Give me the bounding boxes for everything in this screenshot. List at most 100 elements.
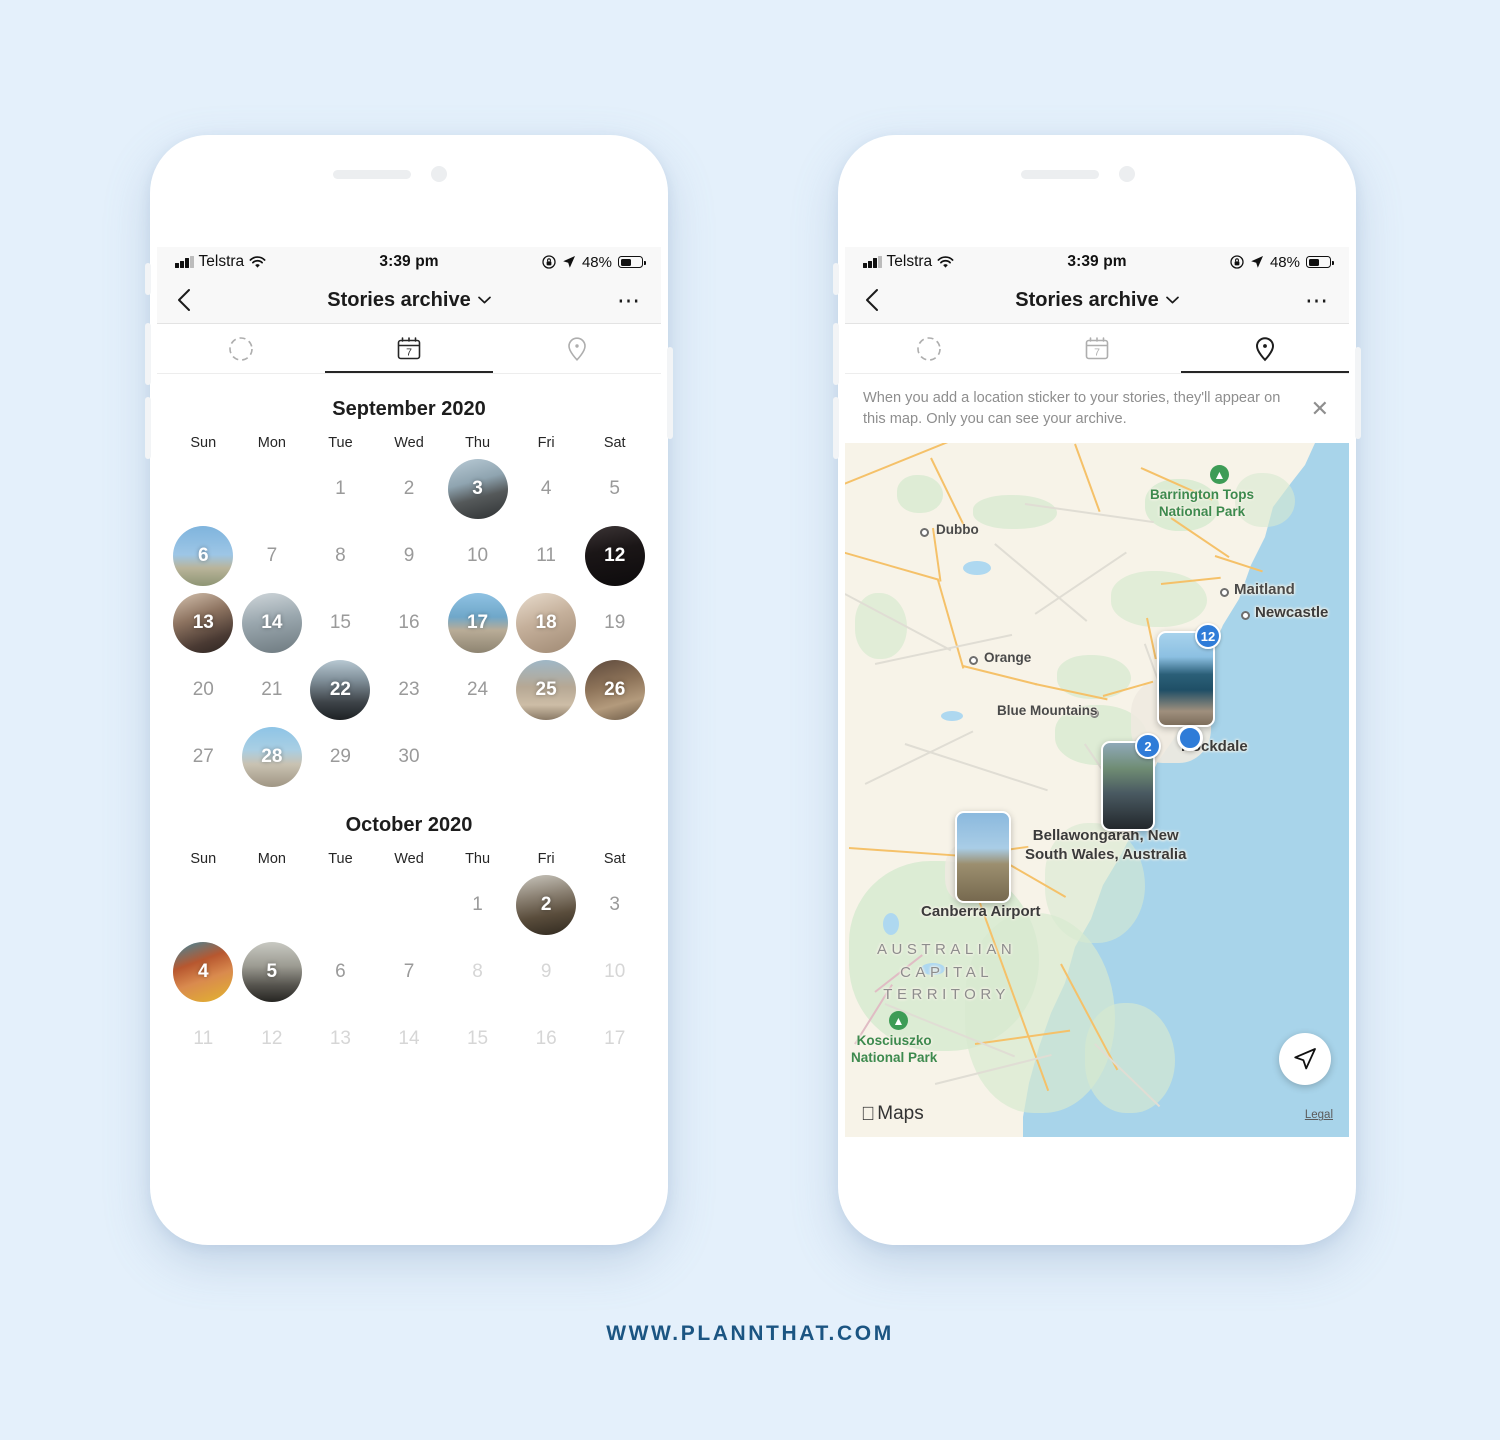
day-number: 21	[261, 678, 283, 700]
dashed-circle-icon	[917, 336, 941, 361]
calendar-day: 12	[238, 1005, 307, 1072]
apple-logo-icon: 	[861, 1105, 875, 1124]
story-thumbnail[interactable]: 5	[241, 941, 302, 1002]
tab-stories[interactable]	[157, 324, 325, 373]
calendar-grid: 1 2 3 4 5 6 7 8 9 10 11 12 13 14 15 16 17 18 19 20 21 22 23 24 2…	[157, 451, 661, 790]
screen-right: Telstra 3:39 pm 48% Stories archive ⋯ 7 …	[845, 247, 1349, 1147]
archive-tabs: 7	[157, 324, 661, 374]
close-icon[interactable]: ✕	[1307, 397, 1333, 420]
footer-url: WWW.PLANNTHAT.COM	[606, 1322, 894, 1345]
status-bar-2: Telstra 3:39 pm 48%	[845, 247, 1349, 277]
calendar-scroll[interactable]: September 2020 Sun Mon Tue Wed Thu Fri Sat 1 2 3 4 5…	[157, 374, 661, 1147]
mute-switch-2[interactable]	[833, 263, 839, 295]
weekday-label: Sun	[190, 851, 217, 867]
day-number: 26	[604, 678, 626, 700]
calendar-day: 1	[306, 455, 375, 522]
story-thumbnail[interactable]: 17	[447, 592, 508, 653]
calendar-day-with-story[interactable]: 17	[443, 589, 512, 656]
story-thumbnail[interactable]: 4	[173, 941, 234, 1002]
map-label-dubbo: Dubbo	[936, 522, 979, 538]
calendar-day: 10	[443, 522, 512, 589]
clock: 3:39 pm	[1067, 253, 1127, 270]
tab-calendar[interactable]: 7	[1013, 324, 1181, 373]
mute-switch[interactable]	[145, 263, 151, 295]
page-canvas: Telstra 3:39 pm 48% Stories archive ⋯ 7 …	[0, 0, 1500, 1440]
day-number: 27	[192, 745, 214, 767]
story-thumbnail[interactable]: 26	[584, 659, 645, 720]
volume-down-button-2[interactable]	[833, 397, 839, 459]
day-number: 20	[192, 678, 214, 700]
tab-map[interactable]	[493, 324, 661, 373]
calendar-day-with-story[interactable]: 18	[512, 589, 581, 656]
power-button-2[interactable]	[1355, 347, 1361, 439]
calendar-day: 8	[443, 938, 512, 1005]
calendar-day: 17	[580, 1005, 649, 1072]
tab-calendar[interactable]: 7	[325, 324, 493, 373]
calendar-day: 4	[512, 455, 581, 522]
map-label-act: AUSTRALIAN CAPITAL TERRITORY	[877, 941, 1017, 1004]
calendar-day-with-story[interactable]: 3	[443, 455, 512, 522]
story-thumbnail[interactable]: 22	[310, 659, 371, 720]
volume-up-button[interactable]	[145, 323, 151, 385]
day-number: 9	[540, 960, 552, 982]
story-thumbnail[interactable]: 6	[173, 525, 234, 586]
calendar-month-title: October 2020	[345, 814, 473, 836]
weekday-label: Sat	[603, 435, 626, 451]
calendar-day-with-story[interactable]: 12	[580, 522, 649, 589]
story-thumbnail[interactable]: 12	[584, 525, 645, 586]
more-options-button[interactable]: ⋯	[601, 289, 641, 312]
stories-location-map[interactable]: Dubbo Orange Blue Mountains Maitland New…	[845, 443, 1349, 1138]
day-number: 17	[604, 1027, 626, 1049]
calendar-day-with-story[interactable]: 2	[512, 871, 581, 938]
weekday-label: Sun	[190, 435, 217, 451]
day-number: 25	[535, 678, 557, 700]
calendar-day-with-story[interactable]: 22	[306, 656, 375, 723]
day-number: 29	[329, 745, 351, 767]
day-number: 16	[398, 611, 420, 633]
tab-stories[interactable]	[845, 324, 1013, 373]
calendar-day-with-story[interactable]: 13	[169, 589, 238, 656]
story-thumbnail[interactable]: 18	[516, 592, 577, 653]
signal-bars-icon	[863, 256, 882, 268]
more-options-button[interactable]: ⋯	[1289, 289, 1329, 312]
legal-link[interactable]: Legal	[1305, 1109, 1333, 1121]
day-number: 8	[335, 544, 346, 566]
day-number: 28	[261, 745, 283, 767]
tab-map[interactable]	[1181, 324, 1349, 373]
volume-down-button[interactable]	[145, 397, 151, 459]
day-number: 15	[466, 1027, 489, 1049]
map-story-pin[interactable]	[955, 811, 1011, 904]
day-number: 5	[266, 960, 278, 982]
calendar-day: 15	[306, 589, 375, 656]
story-thumbnail[interactable]: 28	[241, 726, 302, 787]
back-button[interactable]	[865, 288, 905, 312]
calendar-day-with-story[interactable]: 26	[580, 656, 649, 723]
day-number: 15	[329, 611, 351, 633]
day-number: 16	[535, 1027, 557, 1049]
story-thumbnail[interactable]: 13	[173, 592, 234, 653]
day-number: 13	[329, 1027, 351, 1049]
story-thumbnail[interactable]: 14	[241, 592, 302, 653]
calendar-day-with-story[interactable]: 14	[238, 589, 307, 656]
story-thumbnail[interactable]: 2	[516, 874, 577, 935]
back-button[interactable]	[177, 288, 217, 312]
calendar-day-with-story[interactable]: 5	[238, 938, 307, 1005]
earpiece-speaker-2	[1021, 170, 1099, 179]
calendar-day: 27	[169, 723, 238, 790]
story-thumbnail[interactable]: 25	[516, 659, 577, 720]
weekday-label: Wed	[394, 435, 424, 451]
page-title[interactable]: Stories archive	[217, 289, 601, 312]
volume-up-button-2[interactable]	[833, 323, 839, 385]
calendar-day-with-story[interactable]: 6	[169, 522, 238, 589]
power-button[interactable]	[667, 347, 673, 439]
calendar-day-with-story[interactable]: 4	[169, 938, 238, 1005]
story-thumbnail[interactable]: 3	[447, 458, 508, 519]
calendar-day: 16	[512, 1005, 581, 1072]
phone-left: Telstra 3:39 pm 48% Stories archive ⋯ 7 …	[145, 135, 673, 1245]
page-title[interactable]: Stories archive	[905, 289, 1289, 312]
calendar-icon: 7	[397, 336, 421, 359]
calendar-day-with-story[interactable]: 25	[512, 656, 581, 723]
calendar-day-with-story[interactable]: 28	[238, 723, 307, 790]
chevron-down-icon	[1165, 296, 1179, 304]
calendar-day: 16	[375, 589, 444, 656]
